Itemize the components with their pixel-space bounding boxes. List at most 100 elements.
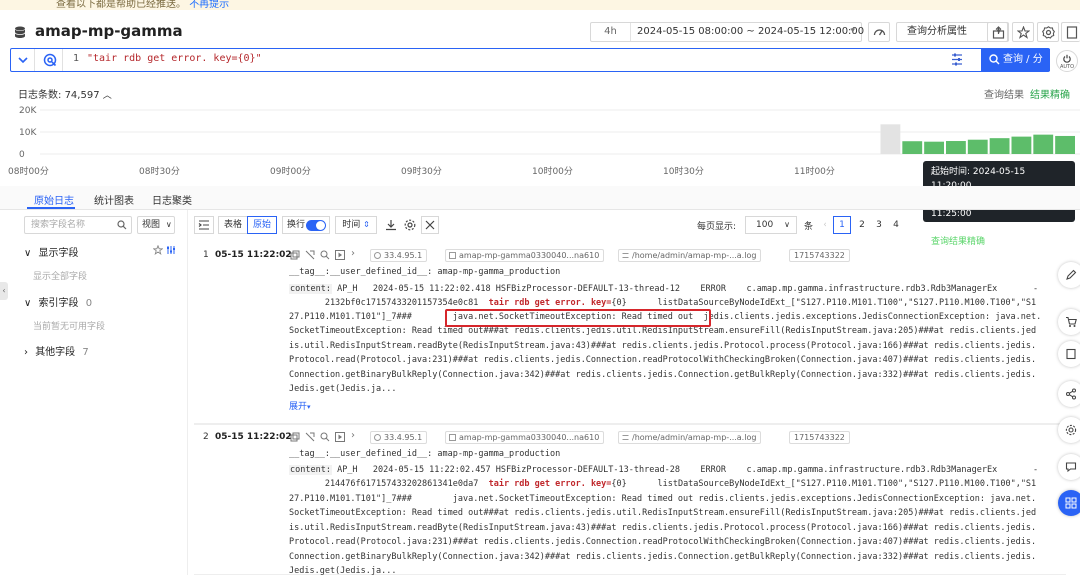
hostname-tag[interactable]: amap-mp-gamma0330040...na610 — [445, 431, 605, 444]
view-label: 视图 — [142, 220, 161, 230]
refresh-gauge-button[interactable] — [868, 22, 890, 42]
tab-raw-logs[interactable]: 原始日志 — [34, 192, 74, 207]
table-view-button[interactable]: 表格 — [218, 216, 248, 234]
play-icon[interactable] — [335, 432, 345, 442]
entry-time: 05-15 11:22:02 — [215, 250, 292, 260]
search-icon[interactable] — [117, 220, 127, 230]
share-float-button[interactable] — [1058, 381, 1080, 407]
context-icon[interactable] — [305, 432, 315, 442]
favorite-button[interactable] — [1012, 22, 1034, 42]
time-range-picker[interactable]: 4h 2024-05-15 08:00:00 ~ 2024-05-15 12:0… — [590, 22, 864, 42]
settings-float-button[interactable] — [1058, 417, 1080, 443]
entry-tag-line: __tag__:__user_defined_id__: amap-mp-gam… — [289, 449, 561, 459]
expand-link[interactable]: 展开▾ — [289, 399, 311, 412]
entry-content-line-8: Jedis.get(Jedis.ja... — [289, 566, 397, 575]
host-icon — [374, 252, 381, 259]
share-button[interactable] — [987, 22, 1009, 42]
entry-content-line-6: Protocol.read(Protocol.java:231)###at re… — [289, 537, 1037, 547]
index-fields-count: 0 — [85, 298, 93, 309]
other-fields-section[interactable]: › 其他字段 7 — [24, 343, 89, 358]
collapse-query-button[interactable] — [11, 49, 35, 71]
cart-float-button[interactable] — [1058, 309, 1080, 335]
entry-content-text-1: AP_H 2024-05-15 11:22:02.457 HSFBizProce… — [331, 465, 1039, 475]
sidebar-toggle-handle[interactable]: ‹ — [0, 282, 8, 300]
raw-view-button[interactable]: 原始 — [247, 216, 277, 234]
view-dropdown[interactable]: 视图 ∨ — [137, 216, 175, 234]
feedback-float-button[interactable] — [1058, 262, 1080, 288]
duration-label[interactable]: 4h — [591, 23, 631, 41]
line-wrap-label: 换行 — [287, 220, 306, 230]
page-4-button[interactable]: 4 — [887, 216, 905, 234]
source-ip-text: 33.4.95.1 — [384, 251, 423, 260]
file-icon — [622, 435, 629, 440]
notice-bar: 查看以下都是帮助已经推送。 不再提示 — [0, 0, 1080, 10]
header: amap-mp-gamma 4h 2024-05-15 08:00:00 ~ 2… — [0, 14, 1080, 50]
content-key: content: — [289, 284, 332, 294]
search-keyword-highlight: tair rdb get error. key= — [488, 479, 612, 489]
auto-refresh-button[interactable]: AUTO — [1056, 50, 1078, 72]
download-icon[interactable] — [385, 219, 397, 231]
copy-icon[interactable] — [290, 250, 300, 260]
time-range-text[interactable]: 2024-05-15 08:00:00 ~ 2024-05-15 12:00:0… — [637, 23, 864, 41]
shown-fields-section[interactable]: ∨ 显示字段 — [24, 244, 79, 259]
project-name: amap-mp-gamma — [35, 22, 183, 40]
copy-icon[interactable] — [290, 432, 300, 442]
hostname-tag[interactable]: amap-mp-gamma0330040...na610 — [445, 249, 605, 262]
entry-content-text-2b: {0} listDataSourceByNodeIdExt_["S127.P11… — [611, 298, 1037, 308]
chevron-right-icon[interactable]: › — [351, 430, 355, 441]
analysis-attr-label: 查询分析属性 — [907, 26, 967, 37]
other-fields-label: 其他字段 — [35, 347, 76, 358]
source-ip-tag[interactable]: 33.4.95.1 — [370, 249, 428, 262]
context-icon[interactable] — [305, 250, 315, 260]
query-history-button[interactable] — [37, 49, 63, 71]
settings-button[interactable] — [1037, 22, 1059, 42]
entry-index: 2 — [203, 432, 209, 442]
show-all-fields-link[interactable]: 显示全部字段 — [33, 269, 87, 282]
log-search-page: 查看以下都是帮助已经推送。 不再提示 amap-mp-gamma 4h 2024… — [0, 0, 1080, 575]
tools-button[interactable] — [421, 216, 439, 234]
chat-icon — [1065, 462, 1077, 473]
query-input[interactable]: "tair rdb get error. key={0}" — [87, 53, 262, 64]
file-path-tag[interactable]: /home/admin/amap-mp-...a.log — [618, 249, 762, 262]
entry-content-text-2a: 2132bf0c17157433201157354e0c81 — [289, 298, 489, 308]
page-size-select[interactable]: 100 ∨ — [745, 216, 797, 234]
star-icon[interactable] — [153, 245, 163, 255]
tab-statistics-chart[interactable]: 统计图表 — [94, 192, 134, 207]
play-icon[interactable] — [335, 250, 345, 260]
chat-float-button[interactable] — [1058, 454, 1080, 480]
settings-icon[interactable] — [404, 219, 416, 231]
search-analyze-button[interactable]: 查询 / 分析 — [981, 49, 1050, 87]
more-button[interactable] — [1061, 22, 1080, 42]
source-ip-tag[interactable]: 33.4.95.1 — [370, 431, 428, 444]
timestamp-tag[interactable]: 1715743322 — [789, 431, 850, 444]
field-search-input[interactable]: 搜索字段名称 — [24, 216, 132, 234]
chevron-right-icon[interactable]: › — [351, 248, 355, 259]
log-histogram-chart[interactable]: 20K 10K 0 08时00分 08时30分 09时00分 09时30分 10时00分 10时… — [0, 100, 1080, 180]
zoom-icon[interactable] — [320, 432, 330, 442]
edit-icon — [1066, 269, 1077, 280]
page-2-button[interactable]: 2 — [853, 216, 871, 234]
index-fields-section[interactable]: ∨ 索引字段 0 — [24, 294, 92, 309]
log-count-row[interactable]: 日志条数: 74,597 ︿ — [18, 86, 112, 101]
time-sort-button[interactable]: 时间 ⇕ — [335, 216, 377, 234]
timestamp-tag[interactable]: 1715743322 — [789, 249, 850, 262]
sort-settings-icon[interactable] — [166, 245, 176, 255]
page-1-button[interactable]: 1 — [833, 216, 851, 234]
filter-settings-icon[interactable] — [951, 53, 963, 66]
source-ip-text: 33.4.95.1 — [384, 433, 423, 442]
histogram-bar — [1011, 136, 1032, 154]
prev-page-button[interactable]: ‹ — [816, 216, 834, 234]
page-3-button[interactable]: 3 — [870, 216, 888, 234]
entry-index: 1 — [203, 250, 209, 260]
chevron-right-icon: › — [24, 347, 28, 358]
indent-button[interactable] — [194, 216, 214, 234]
apps-float-button[interactable] — [1058, 490, 1080, 516]
query-bar[interactable]: 1 "tair rdb get error. key={0}" 查询 / 分析 — [10, 48, 1050, 87]
tab-log-clustering[interactable]: 日志聚类 — [152, 192, 192, 207]
line-wrap-switch[interactable] — [306, 220, 326, 231]
version-float-button[interactable] — [1058, 341, 1080, 367]
zoom-icon[interactable] — [320, 250, 330, 260]
chevron-down-icon: ∨ — [784, 220, 790, 229]
notice-dismiss-link[interactable]: 不再提示 — [189, 0, 229, 10]
file-path-tag[interactable]: /home/admin/amap-mp-...a.log — [618, 431, 762, 444]
